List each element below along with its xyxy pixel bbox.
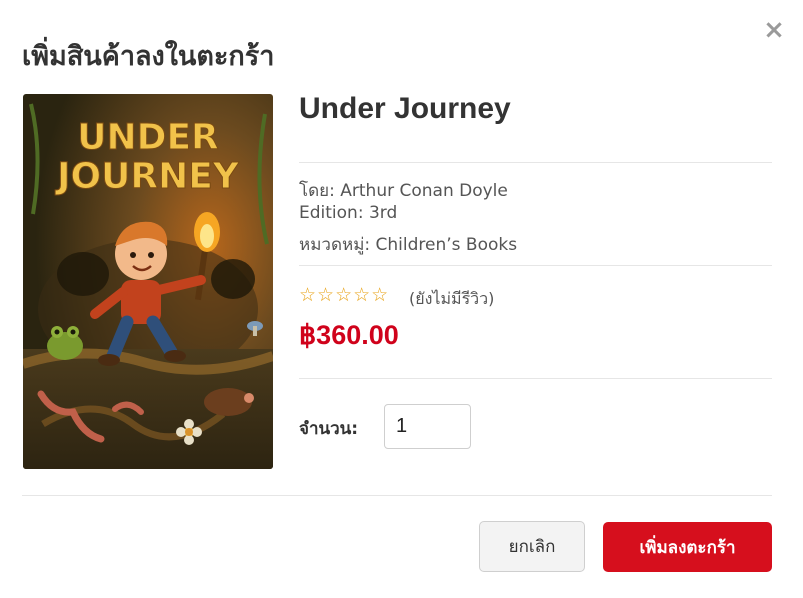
book-cover-image: UNDER JOURNEY: [23, 94, 273, 469]
modal-title: เพิ่มสินค้าลงในตะกร้า: [22, 41, 275, 72]
quantity-label: จำนวน:: [299, 419, 359, 439]
star-rating-icon: ☆☆☆☆☆: [299, 284, 390, 306]
add-to-cart-modal: เพิ่มสินค้าลงในตะกร้า × UNDER JOURNEY Un…: [0, 0, 803, 598]
close-icon[interactable]: ×: [762, 16, 786, 44]
review-count-text: (ยังไม่มีรีวิว): [409, 289, 495, 308]
divider: [299, 162, 772, 163]
quantity-input[interactable]: [384, 404, 471, 449]
category-line: หมวดหมู่: Children’s Books: [299, 235, 518, 255]
divider: [299, 265, 772, 266]
product-price: ฿360.00: [299, 320, 399, 350]
cover-title-line2: JOURNEY: [54, 156, 240, 197]
author-line: โดย: Arthur Conan Doyle: [299, 181, 508, 201]
add-to-cart-button[interactable]: เพิ่มลงตะกร้า: [603, 522, 772, 572]
product-title: Under Journey: [299, 92, 511, 125]
divider: [299, 378, 772, 379]
edition-line: Edition: 3rd: [299, 203, 398, 223]
cancel-button[interactable]: ยกเลิก: [479, 521, 585, 572]
cover-title-line1: UNDER: [77, 117, 219, 158]
footer-divider: [22, 495, 772, 496]
